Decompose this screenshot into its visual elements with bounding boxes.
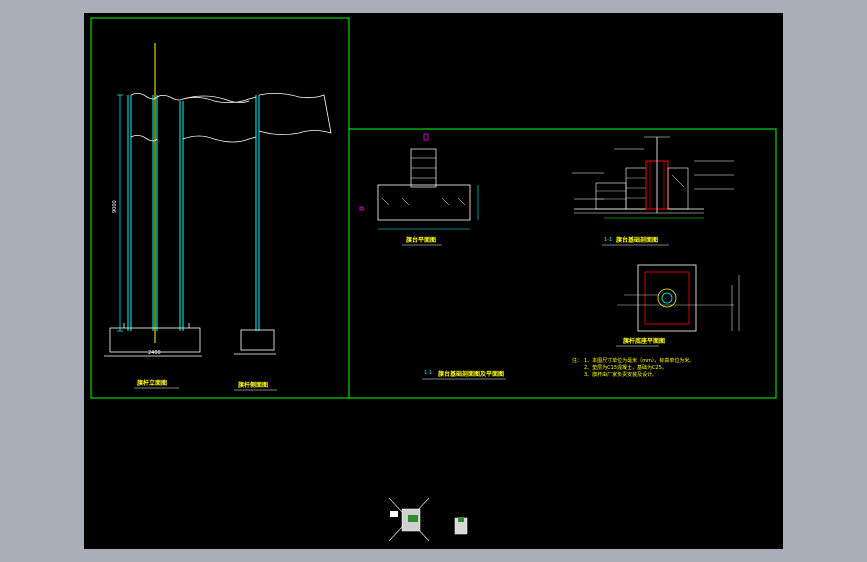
side-base bbox=[234, 329, 276, 355]
note-2: 2、垫层为C15混凝土，基础为C25。 bbox=[584, 364, 667, 371]
cad-drawing-canvas[interactable]: 9000 2400 旗杆立面图 旗杆侧面图 旗台平面图 1-1 旗台基础剖面图 … bbox=[84, 13, 783, 549]
flag-poles bbox=[127, 95, 260, 331]
thumbnail-2[interactable] bbox=[454, 517, 468, 535]
flags-outline bbox=[130, 93, 332, 143]
title-front-elevation: 旗杆立面图 bbox=[137, 379, 167, 387]
main-title: 旗台基础剖面图及平面图 bbox=[438, 370, 504, 378]
note-3: 3、旗杆由厂家负责安装及设计。 bbox=[584, 371, 657, 378]
note-1: 1、本图尺寸单位为毫米（mm），标高单位为米。 bbox=[584, 357, 694, 364]
notes-label: 注： bbox=[572, 357, 582, 364]
base-plan-title: 旗杆底座平面图 bbox=[623, 337, 665, 345]
dim-vertical-label: 9000 bbox=[112, 200, 118, 213]
right-panel-frame bbox=[348, 128, 777, 399]
base-plan-view bbox=[617, 264, 740, 332]
section-prefix: 1-1 bbox=[604, 237, 612, 243]
plan-view-title: 旗台平面图 bbox=[406, 236, 436, 244]
dim-base-label: 2400 bbox=[148, 350, 161, 356]
left-panel-frame bbox=[90, 17, 350, 399]
cad-drawing-svg: 9000 2400 旗杆立面图 旗杆侧面图 旗台平面图 1-1 旗台基础剖面图 … bbox=[90, 17, 777, 542]
section-view-title: 旗台基础剖面图 bbox=[616, 236, 658, 244]
title-side-elevation: 旗杆侧面图 bbox=[238, 381, 268, 389]
thumbnail-1[interactable] bbox=[388, 497, 430, 542]
plan-view bbox=[359, 133, 479, 230]
main-title-prefix: 1-1 bbox=[424, 370, 432, 376]
section-view bbox=[572, 136, 734, 219]
